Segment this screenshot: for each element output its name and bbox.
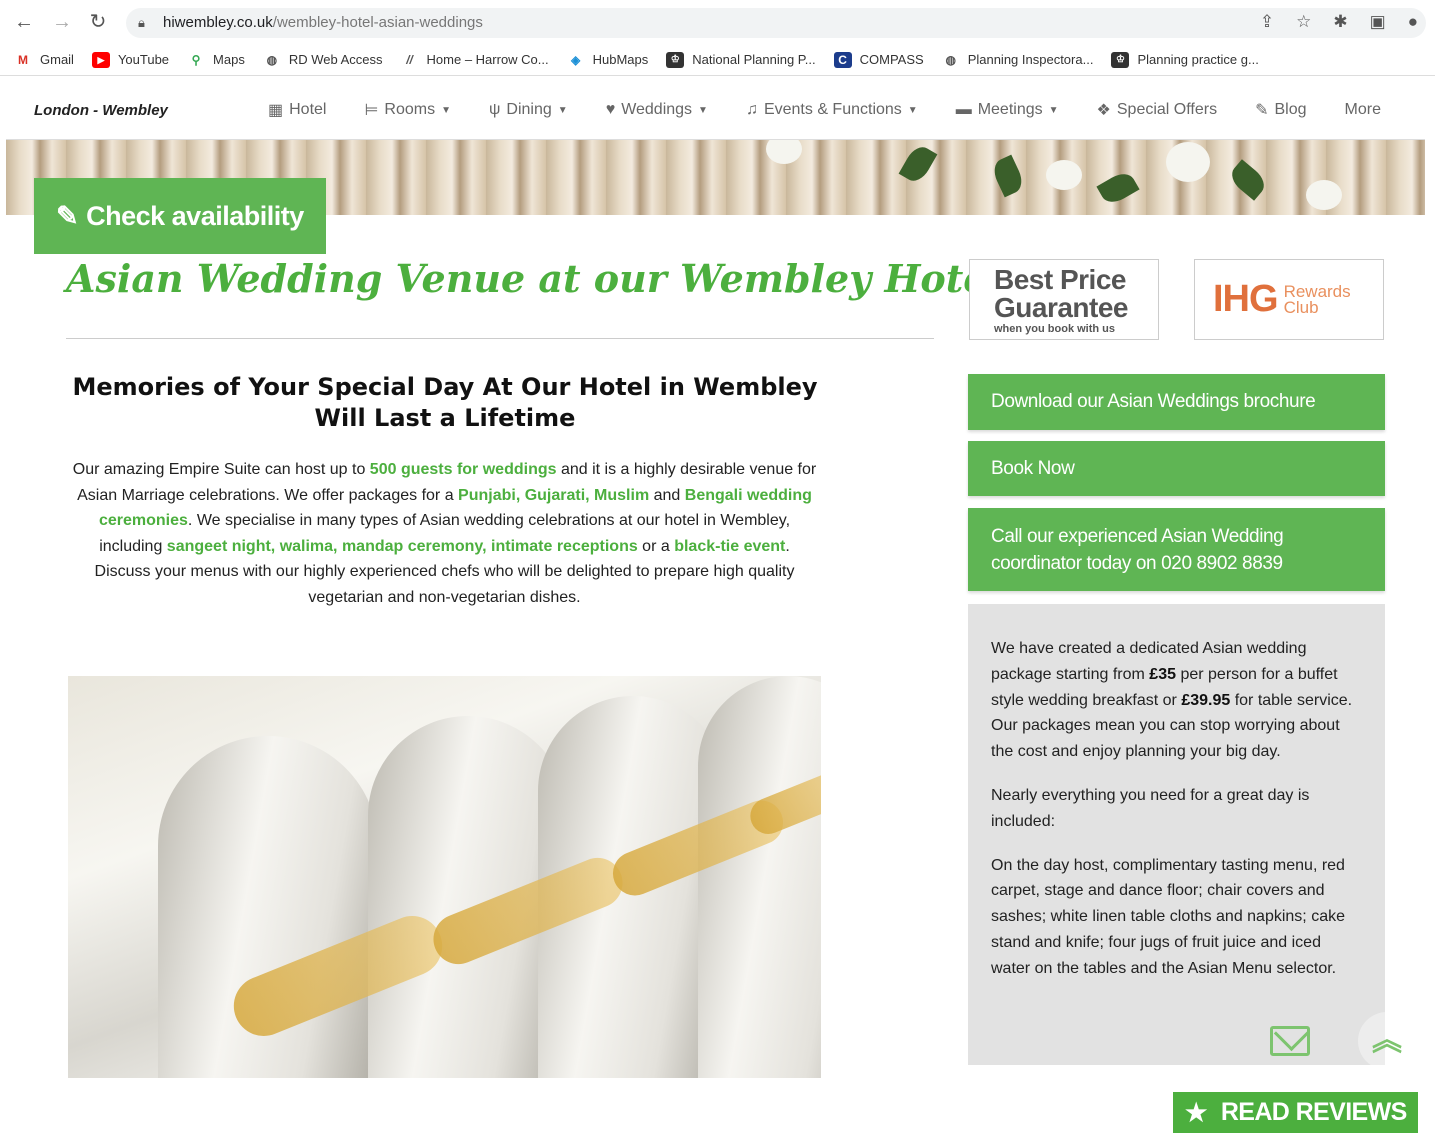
nav-more[interactable]: More bbox=[1345, 100, 1381, 120]
nav-special-offers[interactable]: ❖ Special Offers bbox=[1097, 100, 1218, 120]
bookmark-youtube[interactable]: ▶ YouTube bbox=[91, 51, 169, 68]
best-price-guarantee-badge[interactable]: Best Price Guarantee when you book with … bbox=[969, 259, 1159, 340]
nav-rooms[interactable]: ⊨ Rooms ▼ bbox=[364, 100, 451, 120]
bookmark-planning-practice[interactable]: ♔ Planning practice g... bbox=[1111, 51, 1259, 68]
sidebar-icon[interactable]: ▣ bbox=[1370, 12, 1386, 32]
link-500-guests[interactable]: 500 guests for weddings bbox=[370, 461, 557, 478]
heart-icon: ♥ bbox=[605, 101, 616, 118]
share-icon[interactable]: ⇪ bbox=[1260, 12, 1274, 32]
music-icon: ♫ bbox=[745, 101, 758, 118]
back-arrow-icon[interactable]: ← bbox=[12, 10, 36, 34]
bookmark-rd-web-access[interactable]: ◍ RD Web Access bbox=[263, 52, 383, 68]
browser-toolbar: ← → ↻ 🔒︎ hiwembley.co.uk/wembley-hotel-a… bbox=[0, 0, 1435, 44]
wedding-chairs-photo bbox=[68, 676, 821, 1078]
youtube-icon: ▶ bbox=[91, 51, 110, 68]
compass-icon: C bbox=[833, 51, 852, 68]
gift-icon: ❖ bbox=[1096, 102, 1111, 119]
building-icon: ▦ bbox=[268, 102, 284, 119]
nav-events-functions[interactable]: ♫ Events & Functions ▼ bbox=[746, 100, 918, 120]
hubmaps-icon: ◈ bbox=[571, 52, 581, 67]
book-now-button[interactable]: Book Now bbox=[968, 441, 1385, 496]
profile-icon[interactable]: ● bbox=[1408, 12, 1418, 32]
star-icon[interactable]: ☆ bbox=[1296, 12, 1311, 32]
bookmark-gmail[interactable]: M Gmail bbox=[14, 52, 74, 68]
globe-icon: ◍ bbox=[945, 52, 956, 67]
chair-cover bbox=[698, 676, 821, 1078]
nav-dining[interactable]: ψ Dining ▼ bbox=[489, 100, 568, 120]
nav-weddings[interactable]: ♥ Weddings ▼ bbox=[606, 100, 708, 120]
ihg-logo: IHG bbox=[1213, 278, 1279, 320]
flower-decoration bbox=[1306, 180, 1342, 210]
call-coordinator-button[interactable]: Call our experienced Asian Wedding coordi… bbox=[968, 508, 1385, 591]
title-divider bbox=[66, 338, 934, 339]
inclusions-paragraph: On the day host, complimentary tasting m… bbox=[991, 856, 1345, 977]
url-text: hiwembley.co.uk/wembley-hotel-asian-wedd… bbox=[163, 14, 483, 31]
caret-down-icon: ▼ bbox=[698, 104, 708, 116]
leaf-decoration bbox=[898, 142, 938, 186]
page-title: Asian Wedding Venue at our Wembley Hotel bbox=[66, 256, 1002, 301]
flower-decoration bbox=[1046, 160, 1082, 190]
nav-blog[interactable]: ✎ Blog bbox=[1255, 100, 1306, 120]
reload-icon[interactable]: ↻ bbox=[86, 10, 110, 34]
link-punjabi-gujarati-muslim[interactable]: Punjabi, Gujarati, Muslim bbox=[458, 487, 649, 504]
section-heading: Memories of Your Special Day At Our Hote… bbox=[72, 373, 818, 432]
leaf-decoration bbox=[989, 154, 1027, 198]
forward-arrow-icon[interactable]: → bbox=[50, 10, 74, 34]
scroll-to-top-icon[interactable]: ︽ bbox=[1358, 1012, 1416, 1070]
bookmark-planning-inspectorate[interactable]: ◍ Planning Inspectora... bbox=[942, 52, 1093, 68]
maps-icon: ⚲ bbox=[191, 52, 201, 67]
brand-label[interactable]: London - Wembley bbox=[34, 102, 168, 119]
check-availability-button[interactable]: ✎ Check availability bbox=[34, 178, 326, 254]
bookmark-compass[interactable]: C COMPASS bbox=[833, 51, 924, 68]
briefcase-icon: ▬ bbox=[955, 101, 972, 118]
nav-meetings[interactable]: ▬ Meetings ▼ bbox=[956, 100, 1059, 120]
bookmark-national-planning[interactable]: ♔ National Planning P... bbox=[666, 51, 816, 68]
address-bar[interactable]: 🔒︎ hiwembley.co.uk/wembley-hotel-asian-w… bbox=[126, 8, 1426, 38]
included-paragraph: Nearly everything you need for a great d… bbox=[991, 786, 1310, 830]
lock-icon: 🔒︎ bbox=[138, 15, 145, 30]
intro-paragraph: Our amazing Empire Suite can host up to … bbox=[72, 461, 817, 606]
nav-hotel[interactable]: ▦ Hotel bbox=[268, 100, 326, 120]
leaf-decoration bbox=[1096, 168, 1140, 208]
harrow-icon: // bbox=[406, 52, 413, 67]
caret-down-icon: ▼ bbox=[557, 104, 568, 116]
bookmark-maps[interactable]: ⚲ Maps bbox=[187, 52, 245, 68]
mail-icon[interactable] bbox=[1270, 1026, 1310, 1056]
bookmark-hubmaps[interactable]: ◈ HubMaps bbox=[567, 52, 648, 68]
globe-icon: ◍ bbox=[266, 52, 278, 67]
bookmarks-bar: M Gmail ▶ YouTube ⚲ Maps ◍ RD Web Access //H… bbox=[0, 44, 1435, 76]
download-brochure-button[interactable]: Download our Asian Weddings brochure bbox=[968, 374, 1385, 430]
leaf-decoration bbox=[1226, 159, 1270, 201]
caret-down-icon: ▼ bbox=[441, 104, 452, 116]
caret-down-icon: ▼ bbox=[907, 104, 918, 116]
extensions-icon[interactable]: ✱ bbox=[1333, 12, 1347, 32]
flower-decoration bbox=[1166, 142, 1210, 182]
package-paragraph: We have created a dedicated Asian weddin… bbox=[991, 640, 1353, 761]
link-celebration-types[interactable]: sangeet night, walima, mandap ceremony, … bbox=[167, 538, 638, 555]
caret-down-icon: ▼ bbox=[1048, 104, 1059, 116]
ihg-rewards-club-badge[interactable]: IHG Rewards Club bbox=[1194, 259, 1384, 340]
cutlery-icon: ψ bbox=[489, 101, 501, 118]
site-navigation: London - Wembley ▦ Hotel ⊨ Rooms ▼ ψ Dining ▼… bbox=[6, 82, 1425, 140]
crown-icon: ♔ bbox=[1111, 51, 1130, 68]
read-reviews-button[interactable]: ★ READ REVIEWS bbox=[1173, 1092, 1418, 1133]
pencil-icon: ✎ bbox=[1255, 102, 1269, 119]
package-info-panel: We have created a dedicated Asian weddin… bbox=[968, 604, 1385, 1065]
flower-decoration bbox=[766, 140, 802, 164]
star-icon: ★ bbox=[1185, 1098, 1207, 1127]
bookmark-harrow[interactable]: //Home – Harrow Co... bbox=[401, 52, 548, 68]
link-black-tie-event[interactable]: black-tie event bbox=[674, 538, 785, 555]
crown-icon: ♔ bbox=[666, 51, 685, 68]
gmail-icon: M bbox=[18, 52, 28, 67]
bed-icon: ⊨ bbox=[364, 102, 379, 119]
edit-icon: ✎ bbox=[56, 200, 79, 231]
